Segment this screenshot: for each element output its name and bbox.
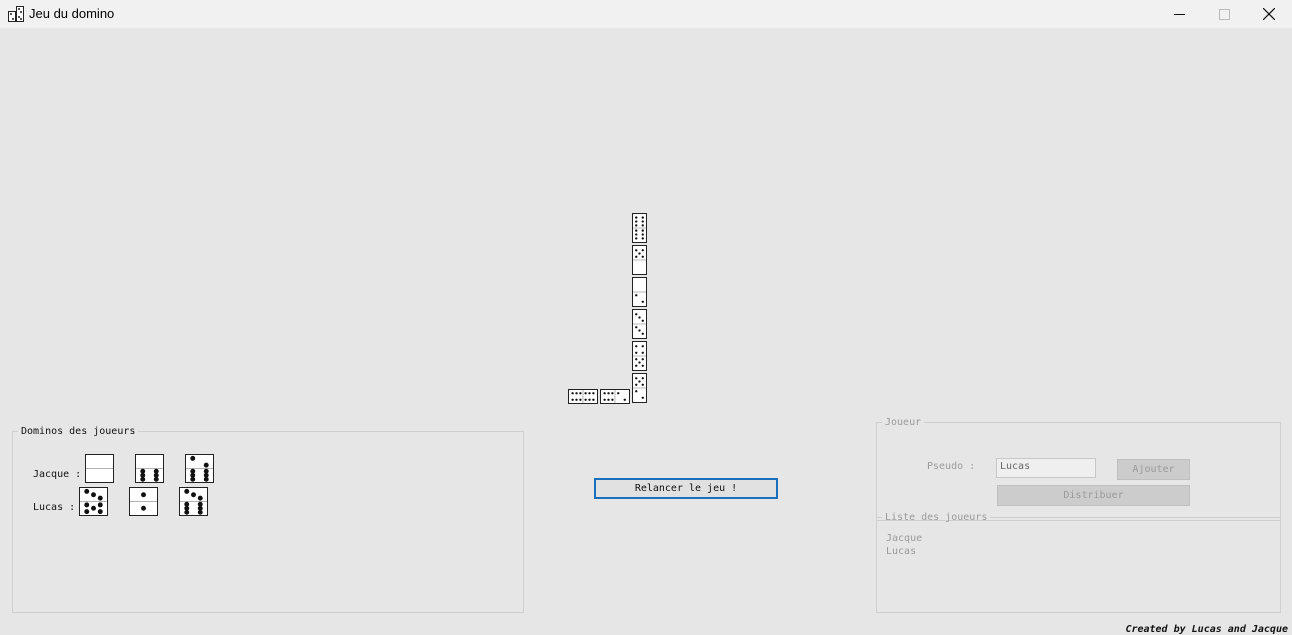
deal-button[interactable]: Distribuer <box>997 485 1190 506</box>
player-label-jacque: Jacque : <box>33 469 82 480</box>
close-icon <box>1263 8 1275 20</box>
board-domino[interactable] <box>568 389 598 404</box>
board-domino[interactable] <box>632 341 647 371</box>
player-label-lucas: Lucas : <box>33 502 76 513</box>
credit-text: Created by Lucas and Jacque <box>1125 624 1288 635</box>
board-domino[interactable] <box>632 373 647 403</box>
add-player-button[interactable]: Ajouter <box>1117 459 1190 480</box>
player-form-legend: Joueur <box>885 417 922 428</box>
minimize-icon <box>1173 13 1185 15</box>
hand-domino[interactable] <box>135 454 164 483</box>
board-domino[interactable] <box>632 277 647 307</box>
hand-domino[interactable] <box>79 487 108 516</box>
maximize-icon <box>1218 8 1230 20</box>
board-domino[interactable] <box>632 309 647 339</box>
hand-domino[interactable] <box>85 454 114 483</box>
players-list-item: Jacque <box>886 533 923 544</box>
board-domino[interactable] <box>632 245 647 275</box>
players-list-panel: Liste des joueurs <box>876 512 1281 613</box>
domino-app-icon <box>8 6 24 22</box>
board-domino[interactable] <box>600 389 630 404</box>
pseudo-label: Pseudo : <box>927 461 976 472</box>
hand-domino[interactable] <box>179 487 208 516</box>
hand-domino[interactable] <box>185 454 214 483</box>
minimize-button[interactable] <box>1156 0 1202 28</box>
close-button[interactable] <box>1246 0 1292 28</box>
game-window-body: Dominos des joueurs Jacque : Lucas : Rel… <box>0 28 1292 635</box>
window-title: Jeu du domino <box>29 6 115 21</box>
players-list-legend: Liste des joueurs <box>885 512 988 523</box>
maximize-button[interactable] <box>1201 0 1247 28</box>
players-dominoes-legend: Dominos des joueurs <box>21 426 136 437</box>
restart-game-button[interactable]: Relancer le jeu ! <box>594 478 778 499</box>
pseudo-input[interactable]: Lucas <box>996 458 1096 478</box>
title-bar: Jeu du domino <box>0 0 1292 28</box>
players-list-item: Lucas <box>886 546 917 557</box>
board-domino[interactable] <box>632 213 647 243</box>
hand-domino[interactable] <box>129 487 158 516</box>
